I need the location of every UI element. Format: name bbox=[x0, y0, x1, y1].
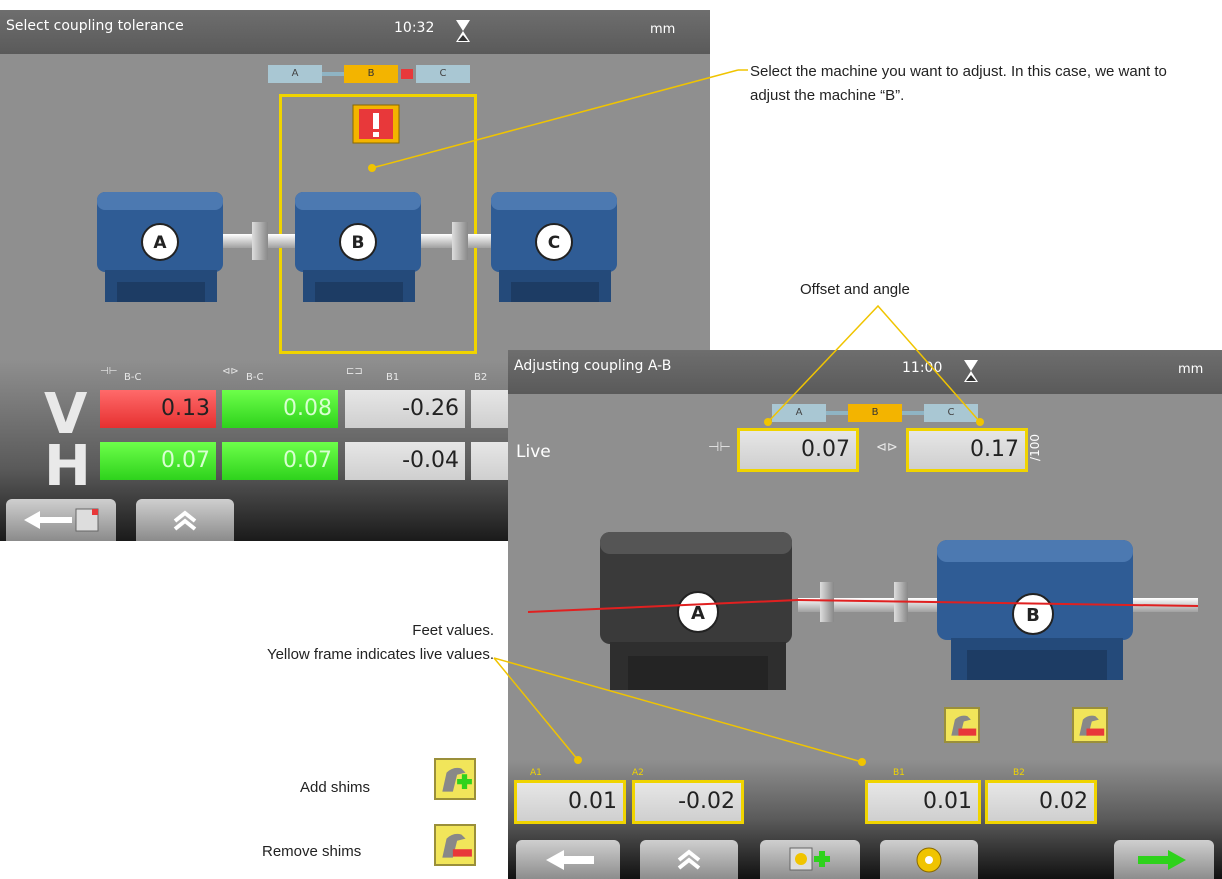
remove-shims-label: Remove shims bbox=[262, 843, 362, 860]
feet-values-note-line1: Feet values. bbox=[412, 622, 494, 639]
offset-angle-note: Offset and angle bbox=[800, 281, 910, 298]
add-shims-icon bbox=[434, 758, 476, 800]
remove-shims-icon bbox=[434, 824, 476, 866]
select-machine-note: Select the machine you want to adjust. I… bbox=[750, 63, 1167, 104]
add-shims-label: Add shims bbox=[300, 779, 371, 796]
feet-values-note-line2: Yellow frame indicates live values. bbox=[266, 646, 494, 663]
callout-lines bbox=[368, 69, 984, 766]
